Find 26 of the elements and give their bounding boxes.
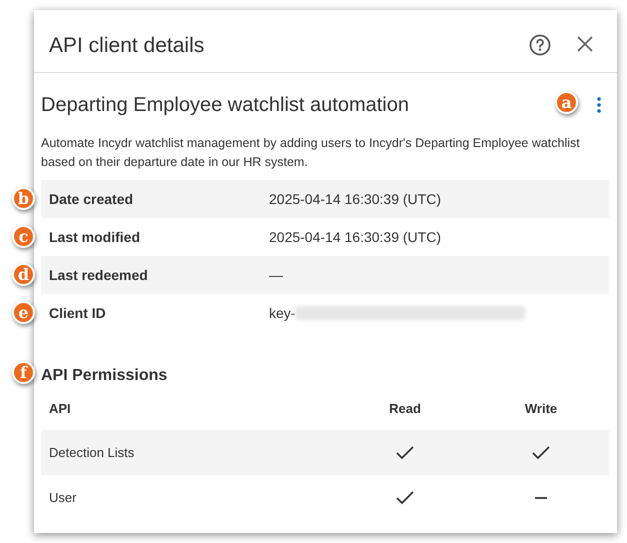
callout-marker: e bbox=[12, 301, 35, 324]
detail-label: Last redeemed bbox=[49, 266, 149, 284]
client-name: Departing Employee watchlist automation bbox=[41, 93, 409, 118]
permission-name: User bbox=[49, 490, 76, 505]
detail-label: Last modified bbox=[49, 228, 142, 246]
detail-value: key- bbox=[269, 304, 296, 323]
column-header: API bbox=[49, 401, 71, 416]
callout-marker: c bbox=[12, 225, 35, 248]
callout-marker: d bbox=[12, 263, 35, 286]
detail-value: — bbox=[269, 266, 283, 284]
column-header: Write bbox=[524, 400, 558, 418]
column-header: Read bbox=[389, 400, 421, 418]
callout-marker: f bbox=[12, 361, 35, 384]
detail-value: 2025-04-14 16:30:39 (UTC) bbox=[269, 228, 441, 247]
detail-label: Client ID bbox=[49, 304, 107, 322]
close-icon[interactable] bbox=[575, 34, 595, 54]
help-icon[interactable] bbox=[529, 34, 551, 56]
permission-name: Detection Lists bbox=[49, 444, 134, 460]
callout-marker: b bbox=[12, 187, 35, 210]
more-options-icon[interactable] bbox=[597, 96, 601, 114]
section-heading: API Permissions bbox=[41, 367, 168, 384]
dialog-title: API client details bbox=[49, 33, 206, 59]
callout-marker: a bbox=[555, 91, 578, 114]
detail-value: 2025-04-14 16:30:39 (UTC) bbox=[269, 190, 441, 209]
detail-label: Date created bbox=[49, 190, 134, 208]
client-description: Automate Incydr watchlist management by adding users to Incydr's Departing Employee watchlist based on their departure date in our HR system. bbox=[41, 135, 581, 171]
